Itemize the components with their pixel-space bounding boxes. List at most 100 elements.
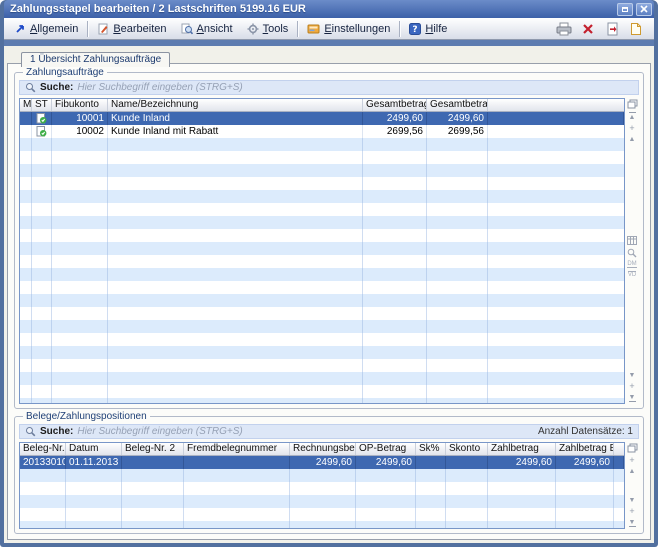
settings-panel-icon xyxy=(307,23,320,35)
cell-fremdbelegnummer xyxy=(184,456,290,469)
col-header-zahlbetrag-euro[interactable]: Zahlbetrag Euro xyxy=(556,443,614,455)
column-gridline xyxy=(613,469,614,528)
previous-record-icon[interactable]: ▲ xyxy=(629,135,636,143)
first-record-icon[interactable]: ▲ xyxy=(629,112,636,121)
orders-empty-rows[interactable] xyxy=(20,138,624,403)
menu-allgemein[interactable]: Allgemein xyxy=(8,20,85,38)
cell-filler xyxy=(488,112,624,125)
positions-nav-strip: + ▲ ▼ + ▼ xyxy=(625,442,639,529)
positions-header-row: Beleg-Nr. Datum Beleg-Nr. 2 Fremdbelegnu… xyxy=(20,443,624,456)
last-record-icon[interactable]: ▼ xyxy=(629,518,636,527)
col-header-gesamtbetrag[interactable]: Gesamtbetrag xyxy=(363,99,427,111)
column-chooser-icon[interactable] xyxy=(627,443,638,453)
column-gridline xyxy=(445,469,446,528)
orders-header-row: M ST Fibukonto Name/Bezeichnung Gesamtbe… xyxy=(20,99,624,112)
tab-uebersicht-zahlungsauftraege[interactable]: 1 Übersicht Zahlungsaufträge xyxy=(21,52,170,67)
column-gridline xyxy=(362,138,363,403)
menu-tools[interactable]: Tools xyxy=(240,20,296,38)
cell-name: Kunde Inland mit Rabatt xyxy=(108,125,363,138)
col-header-beleg-nr-2[interactable]: Beleg-Nr. 2 xyxy=(122,443,184,455)
title-bar: Zahlungsstapel bearbeiten / 2 Lastschrif… xyxy=(4,0,654,18)
col-header-name[interactable]: Name/Bezeichnung xyxy=(108,99,363,111)
cell-gesamtbetrag-euro: 2699,56 xyxy=(427,125,488,138)
col-header-skonto[interactable]: Skonto xyxy=(446,443,488,455)
next-record-icon[interactable]: ▼ xyxy=(629,496,636,504)
column-gridline xyxy=(183,469,184,528)
orders-table: M ST Fibukonto Name/Bezeichnung Gesamtbe… xyxy=(19,98,625,404)
dm-currency-icon[interactable]: DM xyxy=(627,261,636,268)
tab-label: 1 Übersicht Zahlungsaufträge xyxy=(30,54,161,65)
last-record-icon[interactable]: ▼ xyxy=(629,393,636,402)
col-header-fremdbelegnummer[interactable]: Fremdbelegnummer xyxy=(184,443,290,455)
menu-ansicht[interactable]: Ansicht xyxy=(174,20,240,38)
cell-gesamtbetrag: 2499,60 xyxy=(363,112,427,125)
next-record-icon[interactable]: ▼ xyxy=(629,371,636,379)
group-zahlungsauftraege: Zahlungsaufträge Suche: Hier Suchbegriff… xyxy=(14,72,644,409)
column-gridline xyxy=(121,469,122,528)
positions-search-bar[interactable]: Suche: Hier Suchbegriff eingeben (STRG+S… xyxy=(19,424,639,439)
arrow-up-right-icon xyxy=(15,23,26,34)
print-icon[interactable] xyxy=(556,21,572,37)
menu-separator xyxy=(87,21,88,37)
search-placeholder: Hier Suchbegriff eingeben (STRG+S) xyxy=(77,82,242,93)
menu-einstellungen[interactable]: Einstellungen xyxy=(300,20,397,38)
record-count: Anzahl Datensätze: 1 xyxy=(538,426,633,437)
positions-empty-rows[interactable] xyxy=(20,469,624,528)
cell-filler xyxy=(614,456,624,469)
toolbar-right xyxy=(556,21,648,37)
menu-items: Allgemein Bearbeiten Ansicht Tools xyxy=(8,18,454,39)
table-row[interactable]: 10001 Kunde Inland 2499,60 2499,60 xyxy=(20,112,624,125)
eur-currency-icon[interactable]: VD xyxy=(628,271,636,278)
col-header-zahlbetrag[interactable]: Zahlbetrag xyxy=(488,443,556,455)
zoom-record-icon[interactable] xyxy=(627,248,637,258)
group-label: Belege/Zahlungspositionen xyxy=(23,411,150,422)
insert-row-top-icon[interactable]: + xyxy=(629,456,634,464)
help-question-icon: ? xyxy=(409,23,421,35)
menu-label: Allgemein xyxy=(30,23,78,35)
search-placeholder: Hier Suchbegriff eingeben (STRG+S) xyxy=(77,426,242,437)
menu-hilfe[interactable]: ? Hilfe xyxy=(402,20,454,38)
insert-row-bottom-icon[interactable]: + xyxy=(629,382,634,390)
orders-search-bar[interactable]: Suche: Hier Suchbegriff eingeben (STRG+S… xyxy=(19,80,639,95)
app-window: Zahlungsstapel bearbeiten / 2 Lastschrif… xyxy=(0,0,658,547)
positions-table: Beleg-Nr. Datum Beleg-Nr. 2 Fremdbelegnu… xyxy=(19,442,625,529)
col-header-beleg-nr[interactable]: Beleg-Nr. xyxy=(20,443,66,455)
cell-filler xyxy=(488,125,624,138)
col-header-op-betrag[interactable]: OP-Betrag xyxy=(356,443,416,455)
delete-red-x-icon[interactable] xyxy=(580,21,596,37)
table-row[interactable]: 10002 Kunde Inland mit Rabatt 2699,56 26… xyxy=(20,125,624,138)
close-button[interactable] xyxy=(636,3,652,16)
column-chooser-icon[interactable] xyxy=(627,99,638,109)
table-row[interactable]: 20133010 01.11.2013 /Fr 2499,60 2499,60 … xyxy=(20,456,624,469)
insert-row-bottom-icon[interactable]: + xyxy=(629,507,634,515)
insert-row-top-icon[interactable]: + xyxy=(629,124,634,132)
column-gridline xyxy=(426,138,427,403)
menu-label: Einstellungen xyxy=(324,23,390,35)
col-header-gesamtbetrag-euro[interactable]: Gesamtbetrag Euro xyxy=(427,99,488,111)
export-document-icon[interactable] xyxy=(604,21,620,37)
menu-bearbeiten[interactable]: Bearbeiten xyxy=(90,20,173,38)
document-green-check-icon xyxy=(32,112,52,125)
column-gridline xyxy=(65,469,66,528)
col-header-rechnungsbetrag[interactable]: Rechnungsbetrag xyxy=(290,443,356,455)
cell-gesamtbetrag-euro: 2499,60 xyxy=(427,112,488,125)
column-gridline xyxy=(107,138,108,403)
col-header-fibukonto[interactable]: Fibukonto xyxy=(52,99,108,111)
restore-button[interactable] xyxy=(617,3,633,16)
positions-table-wrap: Beleg-Nr. Datum Beleg-Nr. 2 Fremdbelegnu… xyxy=(19,442,639,529)
col-header-m[interactable]: M xyxy=(20,99,32,111)
cell-gesamtbetrag: 2699,56 xyxy=(363,125,427,138)
new-document-icon[interactable] xyxy=(628,21,644,37)
column-gridline xyxy=(487,469,488,528)
content-area: 1 Übersicht Zahlungsaufträge Zahlungsauf… xyxy=(4,46,654,543)
tab-strip: 1 Übersicht Zahlungsaufträge xyxy=(7,48,651,63)
col-header-datum[interactable]: Datum xyxy=(66,443,122,455)
orders-nav-strip: ▲ + ▲ DM VD ▼ + xyxy=(625,98,639,404)
previous-record-icon[interactable]: ▲ xyxy=(629,467,636,475)
col-header-sk-prozent[interactable]: Sk% xyxy=(416,443,446,455)
grid-view-icon[interactable] xyxy=(627,236,637,245)
document-green-check-icon xyxy=(32,125,52,138)
column-gridline xyxy=(555,469,556,528)
menu-label: Hilfe xyxy=(425,23,447,35)
col-header-st[interactable]: ST xyxy=(32,99,52,111)
